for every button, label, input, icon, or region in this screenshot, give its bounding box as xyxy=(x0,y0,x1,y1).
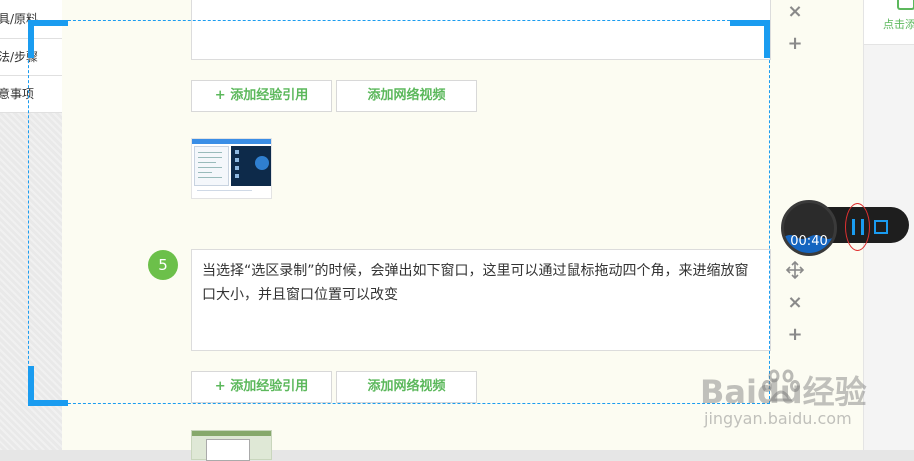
stop-icon[interactable] xyxy=(874,220,888,234)
corner-handle-top-left[interactable] xyxy=(28,20,68,26)
thumb-titlebar xyxy=(192,139,271,144)
delete-step-icon[interactable]: × xyxy=(785,294,805,312)
add-video-button[interactable]: 添加网络视频 xyxy=(336,80,477,112)
add-step-icon[interactable]: + xyxy=(785,35,805,53)
add-step-icon[interactable]: + xyxy=(785,326,805,344)
thumb-dialog xyxy=(194,146,229,186)
recorder-dial: 00:40 xyxy=(781,200,837,256)
step-image-thumbnail[interactable] xyxy=(191,430,272,461)
recording-timer: 00:40 xyxy=(790,234,828,249)
corner-handle-bottom-left[interactable] xyxy=(28,366,34,406)
step-image-thumbnail[interactable] xyxy=(191,138,272,199)
highlight-ellipse xyxy=(845,203,870,251)
sidebar-item-notes[interactable]: 意事项 xyxy=(0,76,62,113)
step-number-badge: 5 xyxy=(148,250,178,280)
add-box-icon xyxy=(897,0,914,10)
corner-handle-top-left[interactable] xyxy=(28,20,34,58)
corner-handle-bottom-left[interactable] xyxy=(28,400,68,406)
corner-handle-top-right[interactable] xyxy=(764,20,770,58)
step-text-input[interactable] xyxy=(191,0,771,60)
add-experience-button[interactable]: + 添加经验引用 xyxy=(191,80,332,112)
add-experience-button[interactable]: + 添加经验引用 xyxy=(191,371,332,403)
thumb-desktop xyxy=(231,146,271,186)
add-video-button[interactable]: 添加网络视频 xyxy=(336,371,477,403)
add-step-label: 点击添 xyxy=(883,18,914,31)
move-icon[interactable] xyxy=(785,260,805,280)
add-step-box[interactable]: 点击添 xyxy=(864,0,914,45)
delete-step-icon[interactable]: × xyxy=(785,3,805,21)
step-text-input[interactable]: 当选择“选区录制”的时候，会弹出如下窗口，这里可以通过鼠标拖动四个角，来进缩放窗… xyxy=(191,249,771,351)
